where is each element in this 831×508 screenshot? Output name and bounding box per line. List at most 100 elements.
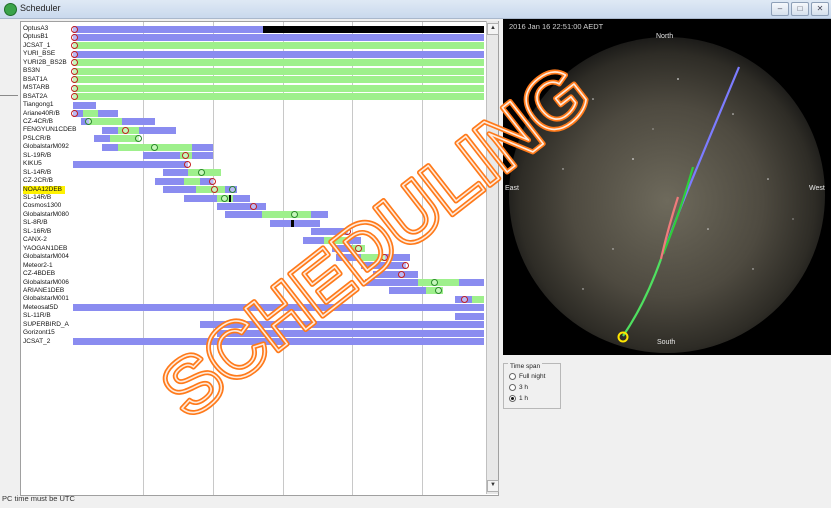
visibility-bar-blue[interactable] xyxy=(270,219,291,227)
pass-marker[interactable] xyxy=(221,194,228,202)
pass-marker[interactable] xyxy=(71,25,78,33)
visibility-bar-blue[interactable] xyxy=(455,312,484,320)
visibility-bar-blue[interactable] xyxy=(183,194,217,202)
visibility-bar-blue[interactable] xyxy=(389,287,427,295)
pass-marker[interactable] xyxy=(71,67,78,75)
visibility-bar-blue[interactable] xyxy=(101,143,119,151)
satellite-name[interactable]: Cosmos1300 xyxy=(23,202,61,210)
satellite-name[interactable]: Ariane40R/B xyxy=(23,110,60,118)
visibility-bar-black[interactable] xyxy=(229,194,232,202)
visibility-bar-green[interactable] xyxy=(73,76,484,84)
satellite-name[interactable]: Meteor2-1 xyxy=(23,262,53,270)
satellite-name[interactable]: GlobalstarM080 xyxy=(23,211,69,219)
resize-grip[interactable] xyxy=(0,95,18,96)
visibility-bar-blue[interactable] xyxy=(233,194,250,202)
visibility-bar-black[interactable] xyxy=(263,25,484,33)
scroll-up-button[interactable]: ▲ xyxy=(487,23,499,35)
satellite-name[interactable]: FENGYUN1CDEB xyxy=(23,126,76,134)
satellite-name[interactable]: KIKU5 xyxy=(23,160,42,168)
radio-3h[interactable] xyxy=(509,384,516,391)
radio-full-night[interactable] xyxy=(509,373,516,380)
visibility-bar-blue[interactable] xyxy=(73,160,189,168)
satellite-name[interactable]: GlobalstarM001 xyxy=(23,295,69,303)
visibility-bar-blue[interactable] xyxy=(331,245,353,253)
satellite-name[interactable]: BSAT1A xyxy=(23,76,47,84)
pass-marker[interactable] xyxy=(381,253,389,261)
vertical-scrollbar[interactable]: ▲ ▼ xyxy=(486,21,499,494)
satellite-name[interactable]: SL-14R/B xyxy=(23,194,51,202)
visibility-bar-blue[interactable] xyxy=(216,202,267,210)
satellite-name[interactable]: Gorizont15 xyxy=(23,329,55,337)
satellite-name[interactable]: SL-11R/B xyxy=(23,312,51,320)
visibility-bar-green[interactable] xyxy=(73,93,484,101)
visibility-bar-green[interactable] xyxy=(73,59,484,67)
time-span-option-1h[interactable]: 1 h xyxy=(509,395,528,402)
visibility-bar-green[interactable] xyxy=(418,279,460,286)
visibility-bar-green[interactable] xyxy=(262,211,312,219)
visibility-bar-blue[interactable] xyxy=(385,253,411,261)
time-span-option-full-night[interactable]: Full night xyxy=(509,373,545,380)
visibility-bar-blue[interactable] xyxy=(73,25,264,33)
visibility-bar-blue[interactable] xyxy=(200,321,484,329)
visibility-bar-blue[interactable] xyxy=(373,270,419,278)
satellite-name[interactable]: GlobalstarM004 xyxy=(23,253,69,261)
satellite-name[interactable]: MSTARB xyxy=(23,84,50,92)
visibility-bar-blue[interactable] xyxy=(122,118,156,126)
visibility-bar-blue[interactable] xyxy=(73,33,484,41)
satellite-name[interactable]: SL-8R/B xyxy=(23,219,48,227)
satellite-name[interactable]: BSAT2A xyxy=(23,93,47,101)
satellite-name[interactable]: CZ-4BDEB xyxy=(23,270,55,278)
pass-marker[interactable] xyxy=(397,270,405,278)
satellite-name[interactable]: NOAA12DEB xyxy=(23,185,66,194)
pass-marker[interactable] xyxy=(71,33,78,41)
pass-marker[interactable] xyxy=(208,177,216,185)
scroll-down-button[interactable]: ▼ xyxy=(487,480,499,492)
visibility-bar-blue[interactable] xyxy=(311,228,349,236)
satellite-name[interactable]: Meteosat5D xyxy=(23,304,58,312)
satellite-name[interactable]: SUPERBIRD_A xyxy=(23,321,69,329)
visibility-bar-blue[interactable] xyxy=(311,211,328,219)
satellite-name[interactable]: Tiangong1 xyxy=(23,101,53,109)
satellite-name[interactable]: YURI2B_BS2B xyxy=(23,59,67,67)
visibility-bar-green[interactable] xyxy=(323,236,349,244)
satellite-name[interactable]: CZ-4CR/B xyxy=(23,118,53,126)
pass-marker[interactable] xyxy=(184,160,192,168)
visibility-bar-blue[interactable] xyxy=(93,135,110,143)
satellite-name[interactable]: JCSAT_1 xyxy=(23,42,50,50)
visibility-bar-blue[interactable] xyxy=(192,143,213,151)
visibility-bar-blue[interactable] xyxy=(101,126,119,134)
visibility-bar-blue[interactable] xyxy=(293,219,320,227)
visibility-bar-green[interactable] xyxy=(73,42,484,50)
radio-1h[interactable] xyxy=(509,395,516,402)
title-bar[interactable]: Scheduler – □ ✕ xyxy=(0,0,831,19)
satellite-name[interactable]: JCSAT_2 xyxy=(23,338,50,346)
visibility-bar-green[interactable] xyxy=(73,67,484,75)
satellite-name[interactable]: CZ-2CR/B xyxy=(23,177,53,185)
time-span-option-3h[interactable]: 3 h xyxy=(509,384,528,391)
satellite-name[interactable]: OptusA3 xyxy=(23,25,48,33)
pass-marker[interactable] xyxy=(151,143,159,151)
visibility-bar-blue[interactable] xyxy=(459,279,484,286)
visibility-bar-blue[interactable] xyxy=(163,186,197,194)
pass-marker[interactable] xyxy=(249,202,257,210)
visibility-bar-blue[interactable] xyxy=(360,262,406,270)
visibility-bar-blue[interactable] xyxy=(155,177,184,185)
visibility-bar-blue[interactable] xyxy=(336,253,361,261)
visibility-bar-blue[interactable] xyxy=(216,329,484,337)
visibility-bar-blue[interactable] xyxy=(225,211,263,219)
pass-marker[interactable] xyxy=(344,228,352,236)
visibility-bar-green[interactable] xyxy=(183,177,201,185)
visibility-bar-blue[interactable] xyxy=(163,169,189,177)
satellite-name[interactable]: ARIANE1DEB xyxy=(23,287,64,295)
visibility-bar-green[interactable] xyxy=(89,118,123,126)
satellite-name[interactable]: GlobalstarM006 xyxy=(23,279,69,287)
satellite-name[interactable]: SL-19R/B xyxy=(23,152,51,160)
satellite-name[interactable]: YAOGAN1DEB xyxy=(23,245,67,253)
visibility-bar-blue[interactable] xyxy=(73,338,484,346)
satellite-name[interactable]: SL-14R/B xyxy=(23,169,51,177)
pass-marker[interactable] xyxy=(71,110,78,117)
visibility-bar-blue[interactable] xyxy=(192,152,213,160)
satellite-name[interactable]: YURI_BSE xyxy=(23,50,55,58)
pass-marker[interactable] xyxy=(430,279,438,286)
visibility-bar-blue[interactable] xyxy=(138,126,176,134)
